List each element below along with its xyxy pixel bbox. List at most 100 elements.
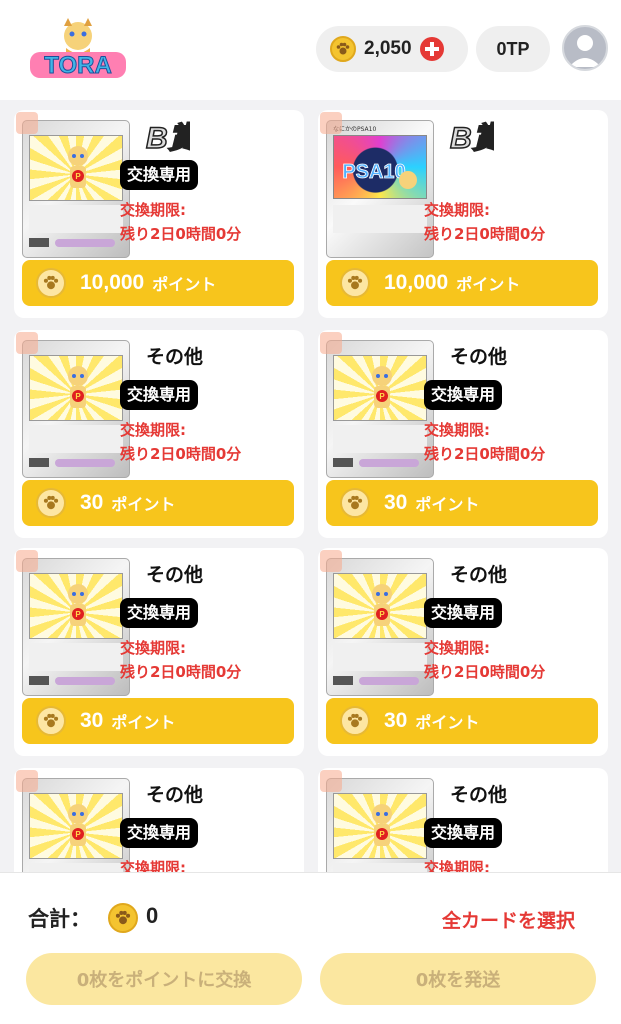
card-item[interactable]: P その他 交換専用 交換期限: 残り2日0時間0分 30 ポイント: [318, 548, 608, 756]
exchange-only-badge: 交換専用: [424, 818, 503, 848]
card-image[interactable]: なにかのPSA10 PSA10: [326, 120, 434, 258]
grade-label: その他: [450, 785, 508, 806]
grade-label: B賞: [446, 120, 506, 156]
deadline: 交換期限: 残り2日0時間0分: [120, 198, 241, 246]
points-button[interactable]: 30 ポイント: [326, 480, 598, 526]
select-all-link[interactable]: 全カードを選択: [442, 906, 575, 933]
svg-text:B賞: B賞: [146, 122, 190, 155]
points-button[interactable]: 10,000 ポイント: [22, 260, 294, 306]
ship-button[interactable]: 0枚を発送: [320, 953, 596, 1005]
plus-icon[interactable]: [419, 37, 444, 61]
checkbox[interactable]: [16, 332, 38, 354]
points-button[interactable]: 10,000 ポイント: [326, 260, 598, 306]
deadline-value: 残り2日0時間0分: [120, 225, 242, 243]
card-title: なにかのPSA10: [333, 126, 377, 133]
deadline-value: 残り2日0時間0分: [120, 445, 242, 463]
svg-text:P: P: [75, 830, 81, 839]
points-unit: ポイント: [415, 713, 480, 732]
paw-coin-icon: [330, 36, 356, 62]
deadline-value: 残り2日0時間0分: [424, 445, 546, 463]
checkbox[interactable]: [320, 770, 342, 792]
exchange-only-badge: 交換専用: [424, 598, 503, 628]
app-header: TORA 2,050 0TP: [0, 0, 621, 100]
points-unit: ポイント: [111, 495, 176, 514]
exchange-only-badge: 交換専用: [120, 160, 199, 190]
checkbox[interactable]: [320, 332, 342, 354]
deadline-value: 残り2日0時間0分: [424, 663, 546, 681]
card-image[interactable]: P: [326, 340, 434, 478]
total-label: 合計：: [28, 907, 91, 931]
paw-coin-icon: [36, 268, 66, 298]
paw-coin-icon: [36, 706, 66, 736]
deadline: 交換期限: 残り2日0時間0分: [424, 418, 545, 466]
deadline-label: 交換期限:: [424, 421, 490, 439]
points-value: 10,000: [384, 271, 449, 294]
svg-text:P: P: [75, 610, 81, 619]
checkbox[interactable]: [16, 112, 38, 134]
checkbox[interactable]: [16, 550, 38, 572]
grade-label: その他: [146, 785, 204, 806]
card-image[interactable]: P: [326, 558, 434, 696]
exchange-only-badge: 交換専用: [120, 598, 199, 628]
svg-text:P: P: [379, 392, 385, 401]
card-image[interactable]: P: [22, 340, 130, 478]
points-button[interactable]: 30 ポイント: [22, 698, 294, 744]
paw-coin-icon: [340, 488, 370, 518]
card-item[interactable]: P その他 交換専用 交換期限: 残り2日0時間0分 30 ポイント: [14, 330, 304, 538]
deadline: 交換期限: 残り2日0時間0分: [120, 636, 241, 684]
deadline: 交換期限: 残り2日0時間0分: [424, 198, 545, 246]
card-image[interactable]: P: [22, 558, 130, 696]
tp-balance[interactable]: 0TP: [476, 26, 550, 72]
points-value: 30: [384, 709, 408, 732]
svg-text:P: P: [75, 392, 81, 401]
deadline: 交換期限: 残り2日0時間0分: [424, 636, 545, 684]
svg-text:B賞: B賞: [450, 122, 494, 155]
points-value: 10,000: [80, 271, 145, 294]
exchange-only-badge: 交換専用: [424, 380, 503, 410]
exchange-only-badge: 交換専用: [120, 380, 199, 410]
exchange-points-button[interactable]: 0枚をポイントに交換: [26, 953, 302, 1005]
svg-text:P: P: [75, 172, 81, 181]
grade-label: その他: [146, 565, 204, 586]
checkbox[interactable]: [320, 550, 342, 572]
deadline-label: 交換期限:: [424, 201, 490, 219]
points-value: 30: [80, 709, 104, 732]
svg-text:P: P: [379, 610, 385, 619]
points-value: 30: [80, 491, 104, 514]
deadline-label: 交換期限:: [120, 201, 186, 219]
points-unit: ポイント: [415, 495, 480, 514]
user-avatar-icon[interactable]: [562, 25, 608, 71]
deadline-value: 残り2日0時間0分: [120, 663, 242, 681]
grade-label: B賞: [142, 120, 202, 156]
svg-text:P: P: [379, 830, 385, 839]
points-button[interactable]: 30 ポイント: [22, 480, 294, 526]
coin-balance: 2,050: [364, 38, 412, 59]
points-button[interactable]: 30 ポイント: [326, 698, 598, 744]
checkbox[interactable]: [320, 112, 342, 134]
grade-label: その他: [450, 347, 508, 368]
paw-coin-icon: [340, 706, 370, 736]
exchange-only-badge: 交換専用: [120, 818, 199, 848]
paw-coin-icon: [340, 268, 370, 298]
points-value: 30: [384, 491, 408, 514]
svg-text:PSA10: PSA10: [342, 161, 405, 183]
checkbox[interactable]: [16, 770, 38, 792]
points-unit: ポイント: [152, 275, 217, 294]
total-value: 0: [146, 903, 159, 928]
deadline-label: 交換期限:: [120, 639, 186, 657]
tora-logo[interactable]: TORA: [28, 18, 128, 86]
grade-label: その他: [146, 347, 204, 368]
card-item[interactable]: なにかのPSA10 PSA10 B賞 交換期限: 残り2日0時間0分 10,00…: [318, 110, 608, 318]
deadline-label: 交換期限:: [424, 639, 490, 657]
paw-coin-icon: [108, 903, 138, 933]
coin-balance-pill[interactable]: 2,050: [316, 26, 468, 72]
logo-text: TORA: [44, 52, 112, 79]
deadline: 交換期限: 残り2日0時間0分: [120, 418, 241, 466]
card-item[interactable]: P B賞 交換専用 交換期限: 残り2日0時間0分 10,000 ポイント: [14, 110, 304, 318]
points-unit: ポイント: [456, 275, 521, 294]
card-image[interactable]: P: [22, 120, 130, 258]
card-item[interactable]: P その他 交換専用 交換期限: 残り2日0時間0分 30 ポイント: [318, 330, 608, 538]
points-unit: ポイント: [111, 713, 176, 732]
card-item[interactable]: P その他 交換専用 交換期限: 残り2日0時間0分 30 ポイント: [14, 548, 304, 756]
grade-label: その他: [450, 565, 508, 586]
